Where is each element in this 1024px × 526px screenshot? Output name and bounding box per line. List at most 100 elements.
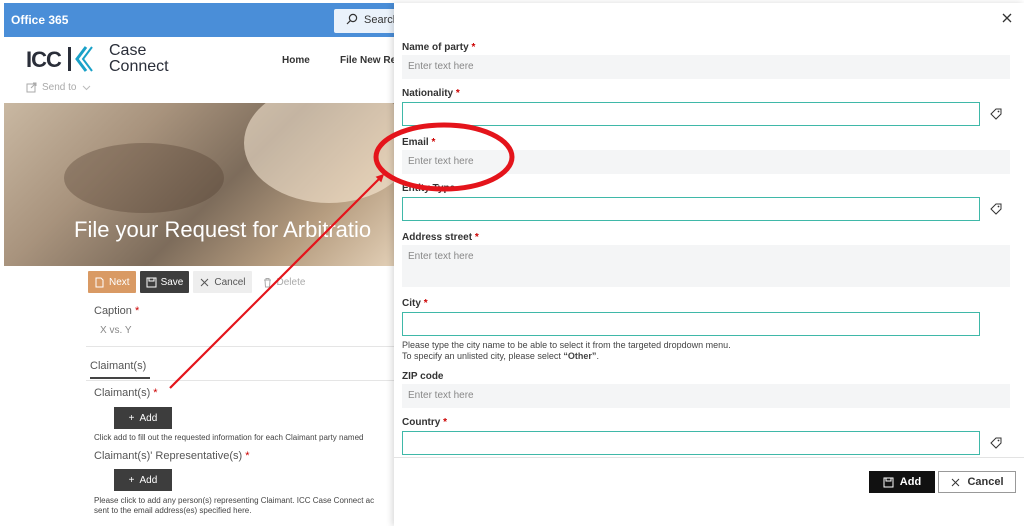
add-claimant-label: Add — [139, 412, 158, 424]
brand-header: ICC Case Connect Home File New Req — [4, 37, 394, 85]
tab-claimants[interactable]: Claimant(s) — [90, 360, 146, 372]
delete-icon — [263, 277, 271, 287]
email-label-text: Email — [402, 137, 429, 148]
close-icon — [201, 278, 209, 286]
zip-code-input[interactable]: Enter text here — [402, 384, 1010, 408]
send-icon — [26, 82, 37, 93]
required-marker: * — [455, 88, 460, 99]
divider — [86, 380, 394, 381]
nationality-label: Nationality * — [402, 88, 460, 99]
hero-banner: File your Request for Arbitratio — [4, 103, 394, 266]
background-page: Office 365 Search ICC Case Connect Home … — [0, 0, 394, 526]
hero-shadow — [64, 143, 224, 213]
divider — [86, 346, 394, 347]
search-box[interactable]: Search — [334, 9, 394, 33]
icc-logo-text: ICC — [26, 47, 62, 72]
email-input[interactable]: Enter text here — [402, 150, 1010, 174]
send-to-button[interactable]: Send to — [26, 82, 92, 93]
nationality-label-text: Nationality — [402, 88, 454, 99]
address-street-label: Address street * — [402, 232, 479, 243]
cancel-button[interactable]: Cancel — [193, 271, 252, 293]
file-icon — [95, 277, 104, 287]
close-icon[interactable] — [1000, 11, 1014, 25]
add-claimant-button[interactable]: + Add — [114, 407, 172, 429]
representatives-help-text: Please click to add any person(s) repres… — [94, 496, 374, 516]
nationality-input[interactable] — [402, 102, 980, 126]
save-button[interactable]: Save — [139, 271, 190, 293]
email-label: Email * — [402, 137, 435, 148]
city-help-other: “Other” — [563, 351, 597, 361]
entity-type-label: Entity Type — [402, 183, 456, 194]
representatives-label: Claimant(s)' Representative(s) * — [94, 450, 250, 462]
country-label: Country * — [402, 417, 447, 428]
nav-home[interactable]: Home — [282, 55, 310, 66]
claimants-label-text: Claimant(s) — [94, 387, 151, 399]
send-to-label: Send to — [42, 82, 77, 93]
save-label: Save — [160, 276, 184, 288]
chevron-down-icon — [83, 85, 91, 91]
close-icon — [952, 478, 960, 486]
representatives-help-line2: sent to the email address(es) specified … — [94, 506, 252, 515]
city-help-line1: Please type the city name to be able to … — [402, 340, 731, 350]
zip-code-label: ZIP code — [402, 371, 444, 382]
add-party-panel: Name of party * Enter text here National… — [394, 3, 1024, 526]
cancel-label: Cancel — [214, 276, 246, 288]
address-street-textarea[interactable]: Enter text here — [402, 245, 1010, 287]
entity-type-input[interactable] — [402, 197, 980, 221]
city-help-line2: To specify an unlisted city, please sele… — [402, 351, 731, 362]
save-icon — [146, 277, 157, 287]
address-street-label-text: Address street — [402, 232, 473, 243]
city-label: City * — [402, 298, 428, 309]
country-label-text: Country — [402, 417, 441, 428]
logo-line2: Connect — [109, 58, 169, 75]
search-icon — [346, 13, 358, 25]
panel-cancel-button[interactable]: Cancel — [938, 471, 1016, 493]
search-placeholder: Search — [364, 14, 394, 26]
nav-file-new-request[interactable]: File New Req — [340, 55, 394, 66]
caption-label: Caption * — [94, 305, 139, 317]
panel-add-button[interactable]: Add — [869, 471, 935, 493]
required-marker: * — [471, 42, 476, 53]
claimants-label: Claimant(s) * — [94, 387, 158, 399]
caption-value[interactable]: X vs. Y — [100, 325, 132, 336]
panel-add-label: Add — [899, 476, 922, 488]
plus-icon: + — [128, 412, 135, 424]
city-help-text: Please type the city name to be able to … — [402, 340, 731, 362]
required-marker: * — [474, 232, 479, 243]
delete-button[interactable]: Delete — [256, 271, 312, 293]
delete-label: Delete — [276, 276, 306, 288]
caption-label-text: Caption — [94, 305, 132, 317]
next-label: Next — [109, 276, 130, 288]
claimants-help-text: Click add to fill out the requested info… — [94, 433, 364, 442]
required-marker: * — [431, 137, 436, 148]
add-representative-button[interactable]: + Add — [114, 469, 172, 491]
save-icon — [883, 477, 894, 487]
name-of-party-input[interactable]: Enter text here — [402, 55, 1010, 79]
tag-icon[interactable] — [990, 108, 1002, 120]
required-marker: * — [245, 450, 250, 462]
city-help-prefix: To specify an unlisted city, please sele… — [402, 351, 564, 361]
country-input[interactable] — [402, 431, 980, 455]
representatives-label-text: Claimant(s)' Representative(s) — [94, 450, 243, 462]
name-of-party-label-text: Name of party — [402, 42, 469, 53]
tag-icon[interactable] — [990, 437, 1002, 449]
city-input[interactable] — [402, 312, 980, 336]
screen: Office 365 Search ICC Case Connect Home … — [0, 0, 1024, 526]
panel-footer-divider — [394, 457, 1024, 458]
icc-logo-mark-icon — [68, 46, 93, 72]
next-button[interactable]: Next — [88, 271, 136, 293]
city-help-suffix: . — [596, 351, 599, 361]
required-marker: * — [423, 298, 428, 309]
representatives-help-line1: Please click to add any person(s) repres… — [94, 496, 375, 505]
required-marker: * — [153, 387, 158, 399]
required-marker: * — [443, 417, 448, 428]
hero-highlight — [244, 103, 394, 203]
case-connect-logo: Case Connect — [109, 43, 169, 75]
name-of-party-label: Name of party * — [402, 42, 475, 53]
tag-icon[interactable] — [990, 203, 1002, 215]
panel-cancel-label: Cancel — [967, 476, 1004, 488]
add-representative-label: Add — [139, 474, 158, 486]
city-label-text: City — [402, 298, 421, 309]
hero-title: File your Request for Arbitratio — [74, 217, 372, 242]
app-title[interactable]: Office 365 — [11, 13, 68, 27]
